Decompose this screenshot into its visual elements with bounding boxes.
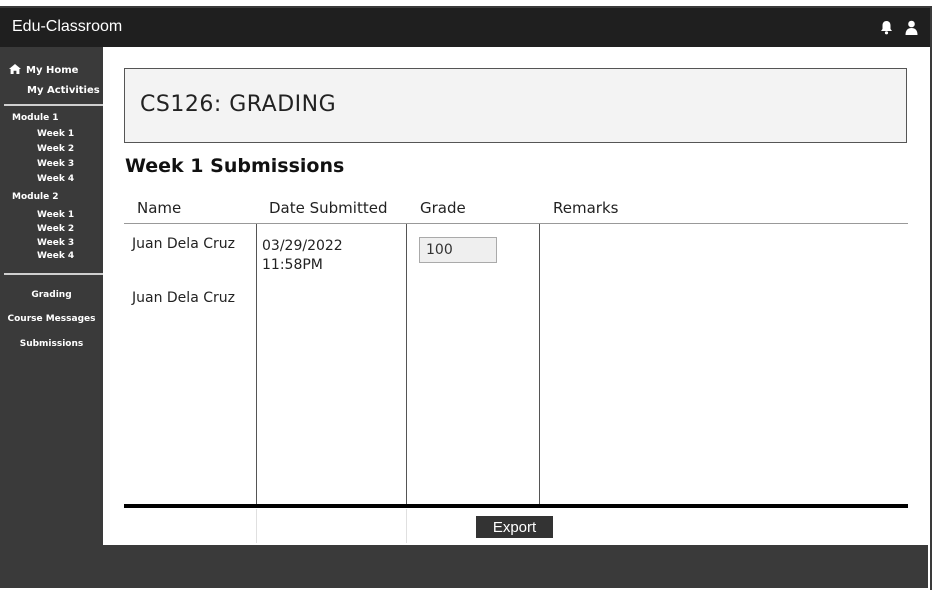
section-title: Week 1 Submissions xyxy=(125,155,345,177)
row-1-grade-input[interactable] xyxy=(419,237,497,263)
column-divider xyxy=(406,224,407,506)
sidebar-module-1[interactable]: Module 1 xyxy=(12,113,59,123)
sidebar-item-module1-week4[interactable]: Week 4 xyxy=(37,174,74,184)
sidebar-item-course-messages[interactable]: Course Messages xyxy=(0,314,103,324)
sidebar-item-module2-week4[interactable]: Week 4 xyxy=(37,251,74,261)
export-button[interactable]: Export xyxy=(476,516,553,538)
row-1-time: 11:58PM xyxy=(262,257,323,273)
row-1-name: Juan Dela Cruz xyxy=(132,236,235,252)
top-icons xyxy=(880,20,918,35)
sidebar-divider xyxy=(4,273,103,275)
row-1-date: 03/29/2022 xyxy=(262,238,343,254)
sidebar: My Home My Activities Module 1 Week 1 We… xyxy=(0,47,103,545)
footer-column-divider xyxy=(256,509,257,543)
page-title: CS126: GRADING xyxy=(140,92,337,117)
sidebar-item-label: My Home xyxy=(26,65,79,76)
column-header-remarks: Remarks xyxy=(553,199,619,217)
column-header-date-submitted: Date Submitted xyxy=(269,199,388,217)
header-divider xyxy=(124,223,908,224)
sidebar-item-module1-week2[interactable]: Week 2 xyxy=(37,144,74,154)
app-title: Edu-Classroom xyxy=(12,18,123,35)
main-content: CS126: GRADING Week 1 Submissions Name D… xyxy=(103,47,930,545)
column-header-name: Name xyxy=(137,199,182,217)
sidebar-item-grading[interactable]: Grading xyxy=(0,290,103,300)
row-2-name: Juan Dela Cruz xyxy=(132,290,235,306)
column-divider xyxy=(256,224,257,506)
sidebar-module-2[interactable]: Module 2 xyxy=(12,192,59,202)
course-header: CS126: GRADING xyxy=(124,68,907,143)
sidebar-item-submissions[interactable]: Submissions xyxy=(0,339,103,349)
bell-icon[interactable] xyxy=(880,20,893,35)
top-bar: Edu-Classroom xyxy=(0,6,930,47)
sidebar-divider xyxy=(4,104,103,106)
sidebar-item-module2-week2[interactable]: Week 2 xyxy=(37,224,74,234)
sidebar-item-module2-week1[interactable]: Week 1 xyxy=(37,210,74,220)
sidebar-item-my-home[interactable]: My Home xyxy=(9,64,78,77)
column-header-grade: Grade xyxy=(420,199,466,217)
sidebar-item-my-activities[interactable]: My Activities xyxy=(27,85,100,96)
user-icon[interactable] xyxy=(905,20,918,35)
column-divider xyxy=(539,224,540,506)
sidebar-item-module2-week3[interactable]: Week 3 xyxy=(37,238,74,248)
footer-column-divider xyxy=(406,509,407,543)
sidebar-item-module1-week1[interactable]: Week 1 xyxy=(37,129,74,139)
sidebar-item-module1-week3[interactable]: Week 3 xyxy=(37,159,74,169)
bottom-bar xyxy=(0,545,928,588)
table-footer-border xyxy=(124,504,908,508)
home-icon xyxy=(9,64,21,77)
